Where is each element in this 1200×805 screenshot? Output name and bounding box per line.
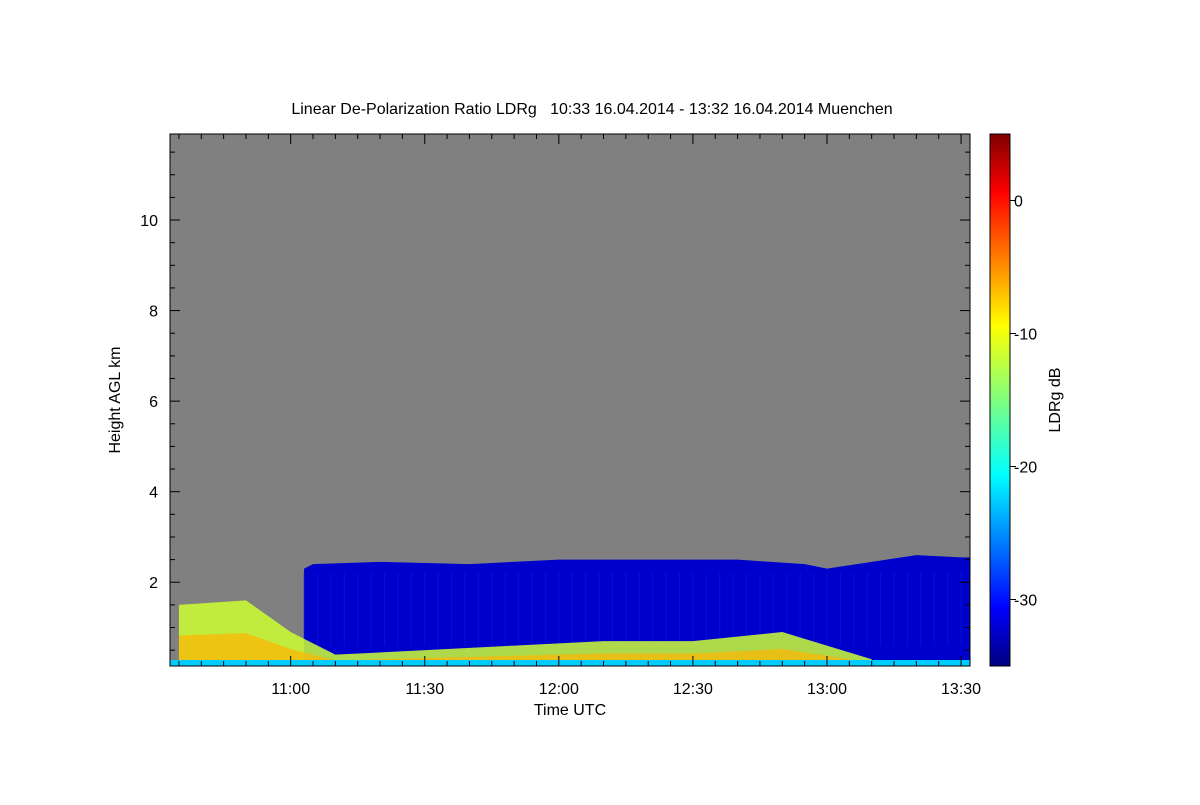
x-axis-label: Time UTC — [534, 702, 606, 719]
chart-svg: Linear De-Polarization Ratio LDRg 10:33 … — [107, 101, 1064, 719]
y-axis-label: Height AGL km — [107, 346, 124, 453]
chart-title: Linear De-Polarization Ratio LDRg 10:33 … — [291, 101, 892, 118]
colorbar-tick-label: 0 — [1014, 194, 1023, 211]
ground-level-stripe — [170, 660, 970, 666]
x-tick-label: 13:30 — [941, 681, 981, 698]
colorbar-tick-label: -10 — [1014, 327, 1037, 344]
ldr-chart: Linear De-Polarization Ratio LDRg 10:33 … — [0, 0, 1200, 800]
x-tick-label: 13:00 — [807, 681, 847, 698]
y-tick-label: 4 — [149, 485, 158, 502]
x-tick-label: 12:00 — [539, 681, 579, 698]
x-tick-label: 12:30 — [673, 681, 713, 698]
x-tick-label: 11:30 — [405, 681, 444, 698]
colorbar-tick-label: -30 — [1014, 593, 1037, 610]
y-tick-label: 10 — [140, 213, 158, 230]
colorbar-tick-label: -20 — [1014, 460, 1037, 477]
colorbar — [989, 133, 1011, 667]
colorbar-ticks: 0 -10 -20 -30 — [1010, 194, 1037, 610]
x-tick-label: 11:00 — [271, 681, 310, 698]
y-tick-label: 2 — [149, 575, 158, 592]
y-tick-label: 6 — [149, 394, 158, 411]
colorbar-label: LDRg dB — [1047, 368, 1064, 433]
y-tick-label: 8 — [149, 304, 158, 321]
